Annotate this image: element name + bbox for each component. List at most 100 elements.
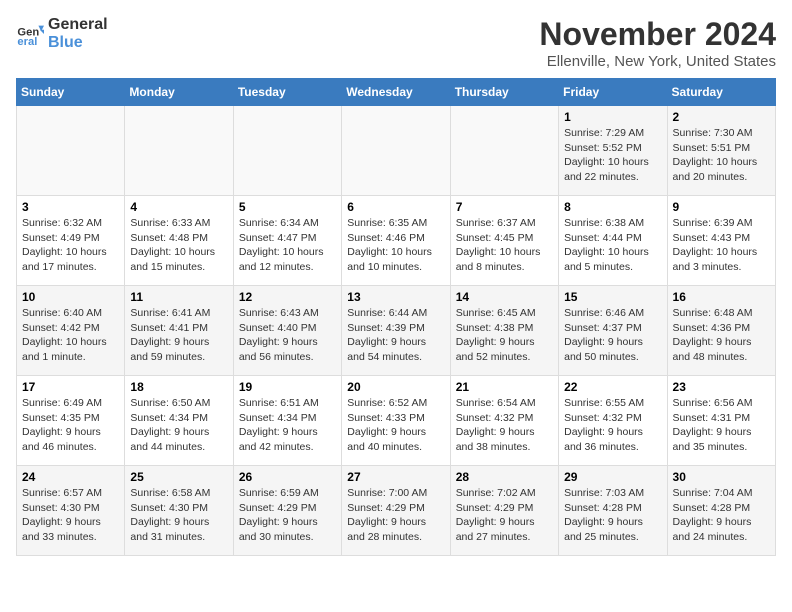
day-number: 10	[22, 290, 119, 304]
calendar-cell: 8 Sunrise: 6:38 AMSunset: 4:44 PMDaylight…	[559, 196, 667, 286]
calendar-cell	[342, 106, 450, 196]
calendar-cell: 5 Sunrise: 6:34 AMSunset: 4:47 PMDaylight…	[233, 196, 341, 286]
header-day-friday: Friday	[559, 79, 667, 106]
day-number: 14	[456, 290, 553, 304]
day-info: Sunrise: 6:37 AMSunset: 4:45 PMDaylight:…	[456, 216, 553, 275]
page-subtitle: Ellenville, New York, United States	[539, 53, 776, 70]
calendar-cell	[17, 106, 125, 196]
calendar-header: SundayMondayTuesdayWednesdayThursdayFrid…	[17, 79, 776, 106]
week-row-1: 1 Sunrise: 7:29 AMSunset: 5:52 PMDaylight…	[17, 106, 776, 196]
day-info: Sunrise: 6:48 AMSunset: 4:36 PMDaylight:…	[673, 306, 770, 365]
day-number: 4	[130, 200, 227, 214]
calendar-cell	[125, 106, 233, 196]
calendar-cell: 7 Sunrise: 6:37 AMSunset: 4:45 PMDaylight…	[450, 196, 558, 286]
calendar-cell: 28 Sunrise: 7:02 AMSunset: 4:29 PMDayligh…	[450, 466, 558, 556]
header-day-wednesday: Wednesday	[342, 79, 450, 106]
day-number: 11	[130, 290, 227, 304]
day-info: Sunrise: 6:57 AMSunset: 4:30 PMDaylight:…	[22, 486, 119, 545]
week-row-3: 10 Sunrise: 6:40 AMSunset: 4:42 PMDayligh…	[17, 286, 776, 376]
day-number: 7	[456, 200, 553, 214]
calendar-cell: 30 Sunrise: 7:04 AMSunset: 4:28 PMDayligh…	[667, 466, 775, 556]
day-number: 24	[22, 470, 119, 484]
day-info: Sunrise: 6:55 AMSunset: 4:32 PMDaylight:…	[564, 396, 661, 455]
day-info: Sunrise: 6:40 AMSunset: 4:42 PMDaylight:…	[22, 306, 119, 365]
day-info: Sunrise: 6:33 AMSunset: 4:48 PMDaylight:…	[130, 216, 227, 275]
day-number: 1	[564, 110, 661, 124]
day-number: 5	[239, 200, 336, 214]
day-number: 13	[347, 290, 444, 304]
day-info: Sunrise: 6:50 AMSunset: 4:34 PMDaylight:…	[130, 396, 227, 455]
day-info: Sunrise: 6:39 AMSunset: 4:43 PMDaylight:…	[673, 216, 770, 275]
day-number: 8	[564, 200, 661, 214]
day-number: 18	[130, 380, 227, 394]
header-day-tuesday: Tuesday	[233, 79, 341, 106]
day-number: 22	[564, 380, 661, 394]
calendar-cell: 20 Sunrise: 6:52 AMSunset: 4:33 PMDayligh…	[342, 376, 450, 466]
calendar-cell: 9 Sunrise: 6:39 AMSunset: 4:43 PMDaylight…	[667, 196, 775, 286]
day-info: Sunrise: 6:56 AMSunset: 4:31 PMDaylight:…	[673, 396, 770, 455]
calendar-cell: 12Sunrise: 6:43 AMSunset: 4:40 PMDayligh…	[233, 286, 341, 376]
day-number: 15	[564, 290, 661, 304]
header-day-sunday: Sunday	[17, 79, 125, 106]
calendar-cell: 13 Sunrise: 6:44 AMSunset: 4:39 PMDayligh…	[342, 286, 450, 376]
day-number: 9	[673, 200, 770, 214]
calendar-cell: 27Sunrise: 7:00 AMSunset: 4:29 PMDayligh…	[342, 466, 450, 556]
calendar-table: SundayMondayTuesdayWednesdayThursdayFrid…	[16, 78, 776, 556]
logo-line2: Blue	[48, 34, 108, 52]
logo: Gen eral General Blue	[16, 16, 108, 51]
day-info: Sunrise: 7:04 AMSunset: 4:28 PMDaylight:…	[673, 486, 770, 545]
day-info: Sunrise: 6:52 AMSunset: 4:33 PMDaylight:…	[347, 396, 444, 455]
day-number: 3	[22, 200, 119, 214]
day-number: 28	[456, 470, 553, 484]
calendar-cell: 23 Sunrise: 6:56 AMSunset: 4:31 PMDayligh…	[667, 376, 775, 466]
week-row-2: 3 Sunrise: 6:32 AMSunset: 4:49 PMDaylight…	[17, 196, 776, 286]
calendar-cell: 10 Sunrise: 6:40 AMSunset: 4:42 PMDayligh…	[17, 286, 125, 376]
week-row-5: 24 Sunrise: 6:57 AMSunset: 4:30 PMDayligh…	[17, 466, 776, 556]
day-info: Sunrise: 6:38 AMSunset: 4:44 PMDaylight:…	[564, 216, 661, 275]
day-info: Sunrise: 7:29 AMSunset: 5:52 PMDaylight:…	[564, 126, 661, 185]
day-number: 19	[239, 380, 336, 394]
calendar-cell: 29 Sunrise: 7:03 AMSunset: 4:28 PMDayligh…	[559, 466, 667, 556]
calendar-body: 1 Sunrise: 7:29 AMSunset: 5:52 PMDaylight…	[17, 106, 776, 556]
calendar-cell: 4 Sunrise: 6:33 AMSunset: 4:48 PMDaylight…	[125, 196, 233, 286]
calendar-cell: 3 Sunrise: 6:32 AMSunset: 4:49 PMDaylight…	[17, 196, 125, 286]
day-info: Sunrise: 6:43 AMSunset: 4:40 PMDaylight:…	[239, 306, 336, 365]
page-title: November 2024	[539, 16, 776, 53]
day-info: Sunrise: 6:46 AMSunset: 4:37 PMDaylight:…	[564, 306, 661, 365]
calendar-cell: 17 Sunrise: 6:49 AMSunset: 4:35 PMDayligh…	[17, 376, 125, 466]
day-info: Sunrise: 6:32 AMSunset: 4:49 PMDaylight:…	[22, 216, 119, 275]
day-number: 23	[673, 380, 770, 394]
calendar-cell: 21Sunrise: 6:54 AMSunset: 4:32 PMDayligh…	[450, 376, 558, 466]
day-info: Sunrise: 7:02 AMSunset: 4:29 PMDaylight:…	[456, 486, 553, 545]
week-row-4: 17 Sunrise: 6:49 AMSunset: 4:35 PMDayligh…	[17, 376, 776, 466]
calendar-cell: 6Sunrise: 6:35 AMSunset: 4:46 PMDaylight…	[342, 196, 450, 286]
day-number: 16	[673, 290, 770, 304]
day-number: 20	[347, 380, 444, 394]
day-number: 27	[347, 470, 444, 484]
day-number: 21	[456, 380, 553, 394]
day-info: Sunrise: 6:58 AMSunset: 4:30 PMDaylight:…	[130, 486, 227, 545]
calendar-cell: 2Sunrise: 7:30 AMSunset: 5:51 PMDaylight…	[667, 106, 775, 196]
logo-icon: Gen eral	[16, 20, 44, 48]
calendar-cell: 24 Sunrise: 6:57 AMSunset: 4:30 PMDayligh…	[17, 466, 125, 556]
day-info: Sunrise: 6:41 AMSunset: 4:41 PMDaylight:…	[130, 306, 227, 365]
day-info: Sunrise: 6:34 AMSunset: 4:47 PMDaylight:…	[239, 216, 336, 275]
title-area: November 2024 Ellenville, New York, Unit…	[539, 16, 776, 70]
header-day-thursday: Thursday	[450, 79, 558, 106]
day-number: 2	[673, 110, 770, 124]
day-number: 30	[673, 470, 770, 484]
calendar-cell: 1 Sunrise: 7:29 AMSunset: 5:52 PMDaylight…	[559, 106, 667, 196]
calendar-cell: 22 Sunrise: 6:55 AMSunset: 4:32 PMDayligh…	[559, 376, 667, 466]
header-day-monday: Monday	[125, 79, 233, 106]
calendar-cell: 11 Sunrise: 6:41 AMSunset: 4:41 PMDayligh…	[125, 286, 233, 376]
day-number: 17	[22, 380, 119, 394]
day-number: 29	[564, 470, 661, 484]
day-info: Sunrise: 6:45 AMSunset: 4:38 PMDaylight:…	[456, 306, 553, 365]
calendar-cell: 15 Sunrise: 6:46 AMSunset: 4:37 PMDayligh…	[559, 286, 667, 376]
day-info: Sunrise: 6:44 AMSunset: 4:39 PMDaylight:…	[347, 306, 444, 365]
calendar-cell: 14 Sunrise: 6:45 AMSunset: 4:38 PMDayligh…	[450, 286, 558, 376]
day-info: Sunrise: 7:03 AMSunset: 4:28 PMDaylight:…	[564, 486, 661, 545]
day-info: Sunrise: 6:49 AMSunset: 4:35 PMDaylight:…	[22, 396, 119, 455]
logo-line1: General	[48, 16, 108, 34]
calendar-cell: 18 Sunrise: 6:50 AMSunset: 4:34 PMDayligh…	[125, 376, 233, 466]
